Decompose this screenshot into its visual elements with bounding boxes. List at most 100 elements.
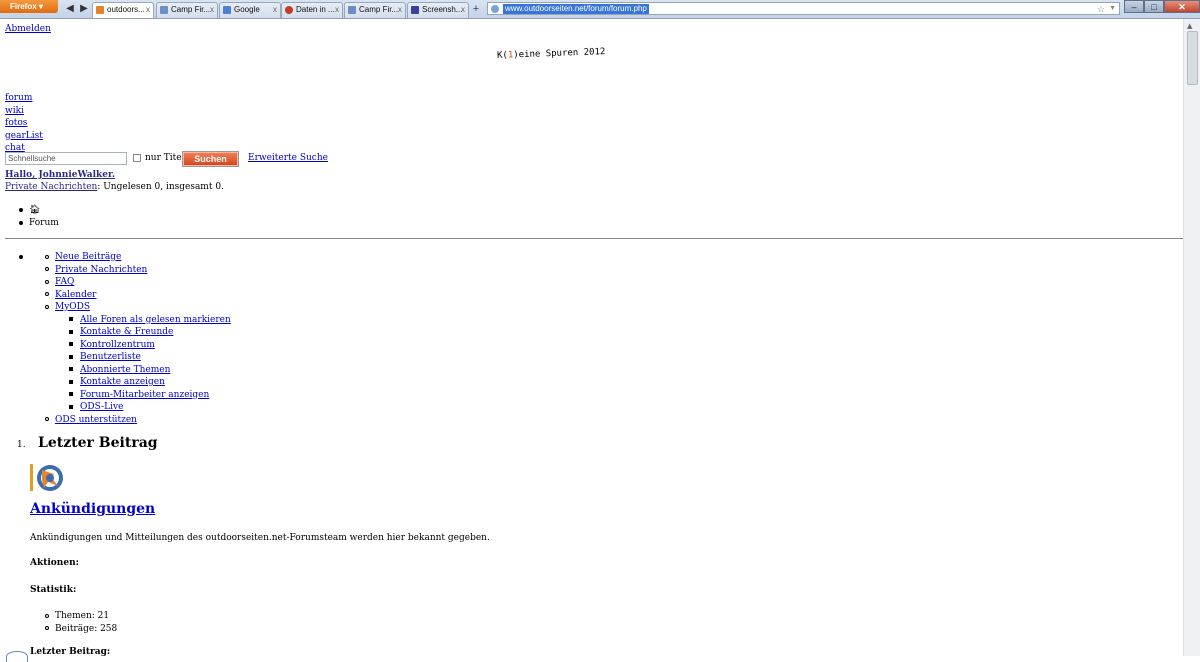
- forum-status-icon[interactable]: [30, 464, 67, 491]
- circle-bullet-icon: [45, 267, 49, 271]
- menu-forum-staff[interactable]: Forum-Mitarbeiter anzeigen: [80, 390, 209, 400]
- home-icon[interactable]: 🏠︎: [29, 204, 40, 217]
- title-only-checkbox[interactable]: [133, 154, 141, 162]
- pm-status: Private Nachrichten: Ungelesen 0, insges…: [5, 182, 224, 192]
- tab-label: outdoors...: [107, 5, 145, 14]
- username-link[interactable]: Hallo, JohnnieWalker.: [5, 170, 115, 180]
- menu-mark-all-read[interactable]: Alle Foren als gelesen markieren: [80, 315, 231, 325]
- document-favicon-icon: [411, 6, 419, 14]
- close-tab-icon[interactable]: x: [461, 3, 465, 17]
- forum-menu: Neue Beiträge Private Nachrichten FAQ Ka…: [19, 251, 231, 426]
- square-bullet-icon: [69, 379, 73, 384]
- tab-label: Daten in ...: [296, 5, 335, 14]
- maximize-button[interactable]: □: [1144, 0, 1164, 13]
- circle-bullet-icon: [45, 613, 49, 618]
- close-tab-icon[interactable]: x: [146, 3, 150, 17]
- tab-label: Camp Fir...: [171, 5, 211, 14]
- close-tab-icon[interactable]: x: [398, 3, 402, 17]
- address-bar[interactable]: www.outdoorseiten.net/forum/forum.php ☆ …: [487, 2, 1120, 15]
- menu-faq[interactable]: FAQ: [55, 277, 74, 287]
- user-greeting: Hallo, JohnnieWalker.: [5, 170, 115, 180]
- tab-label: Google: [234, 5, 260, 14]
- forum-description: Ankündigungen und Mitteilungen des outdo…: [30, 533, 490, 543]
- actions-label: Aktionen:: [30, 558, 79, 568]
- bullet-icon: [19, 255, 23, 259]
- tab-google[interactable]: Google x: [219, 2, 281, 18]
- page-favicon-icon: [160, 6, 168, 14]
- firefox-menu-label: Firefox: [10, 2, 37, 11]
- main-navigation: forum wiki fotos gearList chat: [5, 92, 43, 155]
- bookmark-star-icon[interactable]: ☆: [1097, 3, 1105, 15]
- forward-icon[interactable]: ▶: [78, 3, 90, 15]
- circle-bullet-icon: [45, 254, 49, 259]
- tab-daten[interactable]: Daten in ... x: [281, 2, 343, 18]
- menu-member-list[interactable]: Benutzerliste: [80, 352, 141, 362]
- breadcrumb: 🏠︎ Forum: [19, 204, 59, 230]
- close-tab-icon[interactable]: x: [335, 3, 339, 17]
- vertical-scrollbar[interactable]: ▲: [1183, 19, 1200, 656]
- nav-gearlist-link[interactable]: gearList: [5, 131, 43, 141]
- section-title: Letzter Beitrag: [38, 435, 158, 451]
- quick-search: Schnellsuche nur Titel Suchen Erweiterte…: [5, 151, 505, 167]
- breadcrumb-current: Forum: [29, 218, 59, 228]
- private-messages-link[interactable]: Private Nachrichten: [5, 182, 97, 192]
- window-controls: – □ ✕: [1124, 0, 1200, 13]
- url-text[interactable]: www.outdoorseiten.net/forum/forum.php: [503, 4, 649, 14]
- nav-wiki-link[interactable]: wiki: [5, 106, 24, 116]
- back-icon[interactable]: ◀: [64, 3, 76, 15]
- close-tab-icon[interactable]: x: [273, 3, 277, 17]
- bullet-icon: [19, 207, 23, 212]
- page-favicon-icon: [348, 6, 356, 14]
- close-window-button[interactable]: ✕: [1164, 0, 1200, 13]
- close-tab-icon[interactable]: x: [210, 3, 214, 17]
- statistics-label: Statistik:: [30, 585, 77, 595]
- menu-new-posts[interactable]: Neue Beiträge: [55, 252, 121, 262]
- bullet-icon: [19, 220, 23, 225]
- menu-myods[interactable]: MyODS: [55, 302, 90, 312]
- logout-link[interactable]: Abmelden: [5, 24, 51, 34]
- scroll-up-icon[interactable]: ▲: [1187, 22, 1192, 30]
- topics-count: Themen: 21: [55, 611, 110, 621]
- menu-ods-live[interactable]: ODS-Live: [80, 402, 123, 412]
- search-input[interactable]: Schnellsuche: [5, 152, 127, 165]
- tab-outdoorseiten[interactable]: outdoors... x: [92, 2, 154, 18]
- minimize-button[interactable]: –: [1124, 0, 1144, 13]
- menu-private-messages[interactable]: Private Nachrichten: [55, 265, 147, 275]
- circle-bullet-icon: [45, 417, 49, 421]
- menu-support-ods[interactable]: ODS unterstützen: [55, 415, 137, 425]
- globe-icon: [491, 5, 499, 13]
- advanced-search-link[interactable]: Erweiterte Suche: [248, 153, 328, 163]
- firefox-menu-button[interactable]: Firefox ▾: [0, 0, 58, 13]
- tab-label: Screensh...: [422, 5, 463, 14]
- tab-screenshot[interactable]: Screensh... x: [407, 2, 469, 18]
- menu-contacts-friends[interactable]: Kontakte & Freunde: [80, 327, 173, 337]
- menu-subscribed-threads[interactable]: Abonnierte Themen: [80, 365, 170, 375]
- square-bullet-icon: [69, 317, 73, 321]
- tab-label: Camp Fir...: [359, 5, 399, 14]
- firefox-favicon-icon: [285, 6, 293, 14]
- forum-status-icon-partial[interactable]: [6, 651, 28, 662]
- circle-bullet-icon: [45, 626, 49, 630]
- new-tab-button[interactable]: +: [470, 3, 482, 15]
- forum-title-link[interactable]: Ankündigungen: [30, 501, 155, 517]
- circle-bullet-icon: [45, 292, 49, 296]
- posts-count: Beiträge: 258: [55, 623, 118, 634]
- square-bullet-icon: [69, 354, 73, 359]
- menu-calendar[interactable]: Kalender: [55, 290, 96, 300]
- page-content: Abmelden K(1)eine Spuren 2012 forum wiki…: [0, 19, 1184, 662]
- tab-camp-fire-2[interactable]: Camp Fir... x: [344, 2, 406, 18]
- nav-fotos-link[interactable]: fotos: [5, 118, 27, 128]
- search-button[interactable]: Suchen: [182, 151, 239, 167]
- site-logo[interactable]: K(1)eine Spuren 2012: [497, 47, 606, 61]
- menu-control-panel[interactable]: Kontrollzentrum: [80, 340, 155, 350]
- dropdown-arrow-icon[interactable]: ▼: [1109, 3, 1116, 15]
- site-favicon-icon: [96, 6, 104, 14]
- square-bullet-icon: [69, 342, 73, 346]
- google-favicon-icon: [223, 6, 231, 14]
- menu-show-contacts[interactable]: Kontakte anzeigen: [80, 377, 165, 387]
- divider: [5, 238, 1183, 239]
- scrollbar-thumb[interactable]: [1187, 31, 1198, 85]
- tab-camp-fire-1[interactable]: Camp Fir... x: [156, 2, 218, 18]
- nav-forum-link[interactable]: forum: [5, 93, 32, 103]
- statistics-list: Themen: 21 Beiträge: 258: [45, 610, 117, 635]
